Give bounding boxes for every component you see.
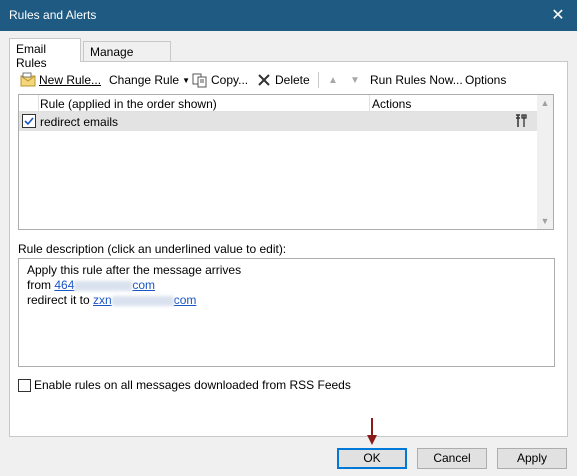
rules-list-header: Rule (applied in the order shown) Action… bbox=[19, 95, 538, 112]
tab-email-rules[interactable]: Email Rules bbox=[9, 38, 81, 70]
rules-list[interactable]: Rule (applied in the order shown) Action… bbox=[18, 94, 554, 230]
rules-list-scrollbar[interactable]: ▲ ▼ bbox=[537, 95, 553, 229]
redirect-address-link[interactable]: zxn com bbox=[93, 293, 196, 307]
copy-rule-button[interactable]: Copy... bbox=[192, 70, 248, 90]
new-rule-button[interactable]: New Rule... bbox=[20, 70, 101, 90]
delete-label: Delete bbox=[275, 73, 310, 87]
window-title: Rules and Alerts bbox=[9, 8, 97, 22]
rules-toolbar: New Rule... Change Rule ▼ Copy... Delete… bbox=[20, 70, 560, 90]
copy-icon bbox=[192, 72, 208, 88]
delete-icon bbox=[256, 72, 272, 88]
run-rules-now-button[interactable]: Run Rules Now... bbox=[370, 70, 463, 90]
tab-manage-alerts[interactable]: Manage Alerts bbox=[83, 41, 171, 73]
change-rule-button[interactable]: Change Rule ▼ bbox=[109, 70, 190, 90]
rule-description-label: Rule description (click an underlined va… bbox=[18, 242, 287, 256]
description-line: from 464 com bbox=[27, 278, 554, 293]
rss-checkbox-box[interactable] bbox=[18, 378, 31, 392]
options-button[interactable]: Options bbox=[465, 70, 506, 90]
rss-checkbox-label: Enable rules on all messages downloaded … bbox=[34, 378, 351, 392]
description-text: redirect it to bbox=[27, 293, 94, 307]
move-down-icon[interactable]: ▼ bbox=[350, 70, 360, 90]
copy-label: Copy... bbox=[211, 73, 249, 87]
new-rule-icon bbox=[20, 72, 36, 88]
rss-rules-checkbox[interactable]: Enable rules on all messages downloaded … bbox=[18, 378, 351, 392]
ok-button[interactable]: OK bbox=[337, 448, 407, 469]
arrow-down-icon bbox=[367, 418, 377, 445]
toolbar-divider bbox=[318, 72, 319, 88]
close-icon[interactable]: ✕ bbox=[545, 3, 571, 28]
rule-description-box: Apply this rule after the message arrive… bbox=[18, 258, 555, 367]
chevron-down-icon: ▼ bbox=[182, 75, 190, 85]
scroll-down-icon[interactable]: ▼ bbox=[537, 213, 553, 229]
from-address-link[interactable]: 464 com bbox=[54, 278, 155, 292]
new-rule-label: New Rule... bbox=[39, 73, 102, 87]
checkmark-icon bbox=[24, 117, 34, 126]
column-header-actions[interactable]: Actions bbox=[372, 97, 411, 111]
rule-actions-icon[interactable] bbox=[514, 113, 530, 129]
title-bar: Rules and Alerts ✕ bbox=[0, 0, 577, 31]
rule-name: redirect emails bbox=[40, 115, 119, 129]
rule-row[interactable]: redirect emails bbox=[19, 112, 538, 131]
cancel-button[interactable]: Cancel bbox=[417, 448, 487, 469]
header-divider bbox=[38, 95, 39, 112]
move-up-icon[interactable]: ▲ bbox=[328, 70, 338, 90]
change-rule-label: Change Rule bbox=[109, 73, 180, 87]
header-divider bbox=[369, 95, 370, 112]
run-rules-now-label: Run Rules Now... bbox=[370, 73, 463, 87]
delete-rule-button[interactable]: Delete bbox=[256, 70, 310, 90]
rule-enabled-checkbox[interactable] bbox=[22, 114, 36, 128]
description-line: Apply this rule after the message arrive… bbox=[27, 263, 242, 277]
description-text: from bbox=[27, 278, 55, 292]
options-label: Options bbox=[465, 73, 507, 87]
apply-button[interactable]: Apply bbox=[497, 448, 567, 469]
description-line: redirect it to zxn com bbox=[27, 293, 554, 308]
scroll-up-icon[interactable]: ▲ bbox=[537, 95, 553, 111]
column-header-rule[interactable]: Rule (applied in the order shown) bbox=[40, 97, 217, 111]
email-rules-panel: New Rule... Change Rule ▼ Copy... Delete… bbox=[9, 61, 568, 437]
